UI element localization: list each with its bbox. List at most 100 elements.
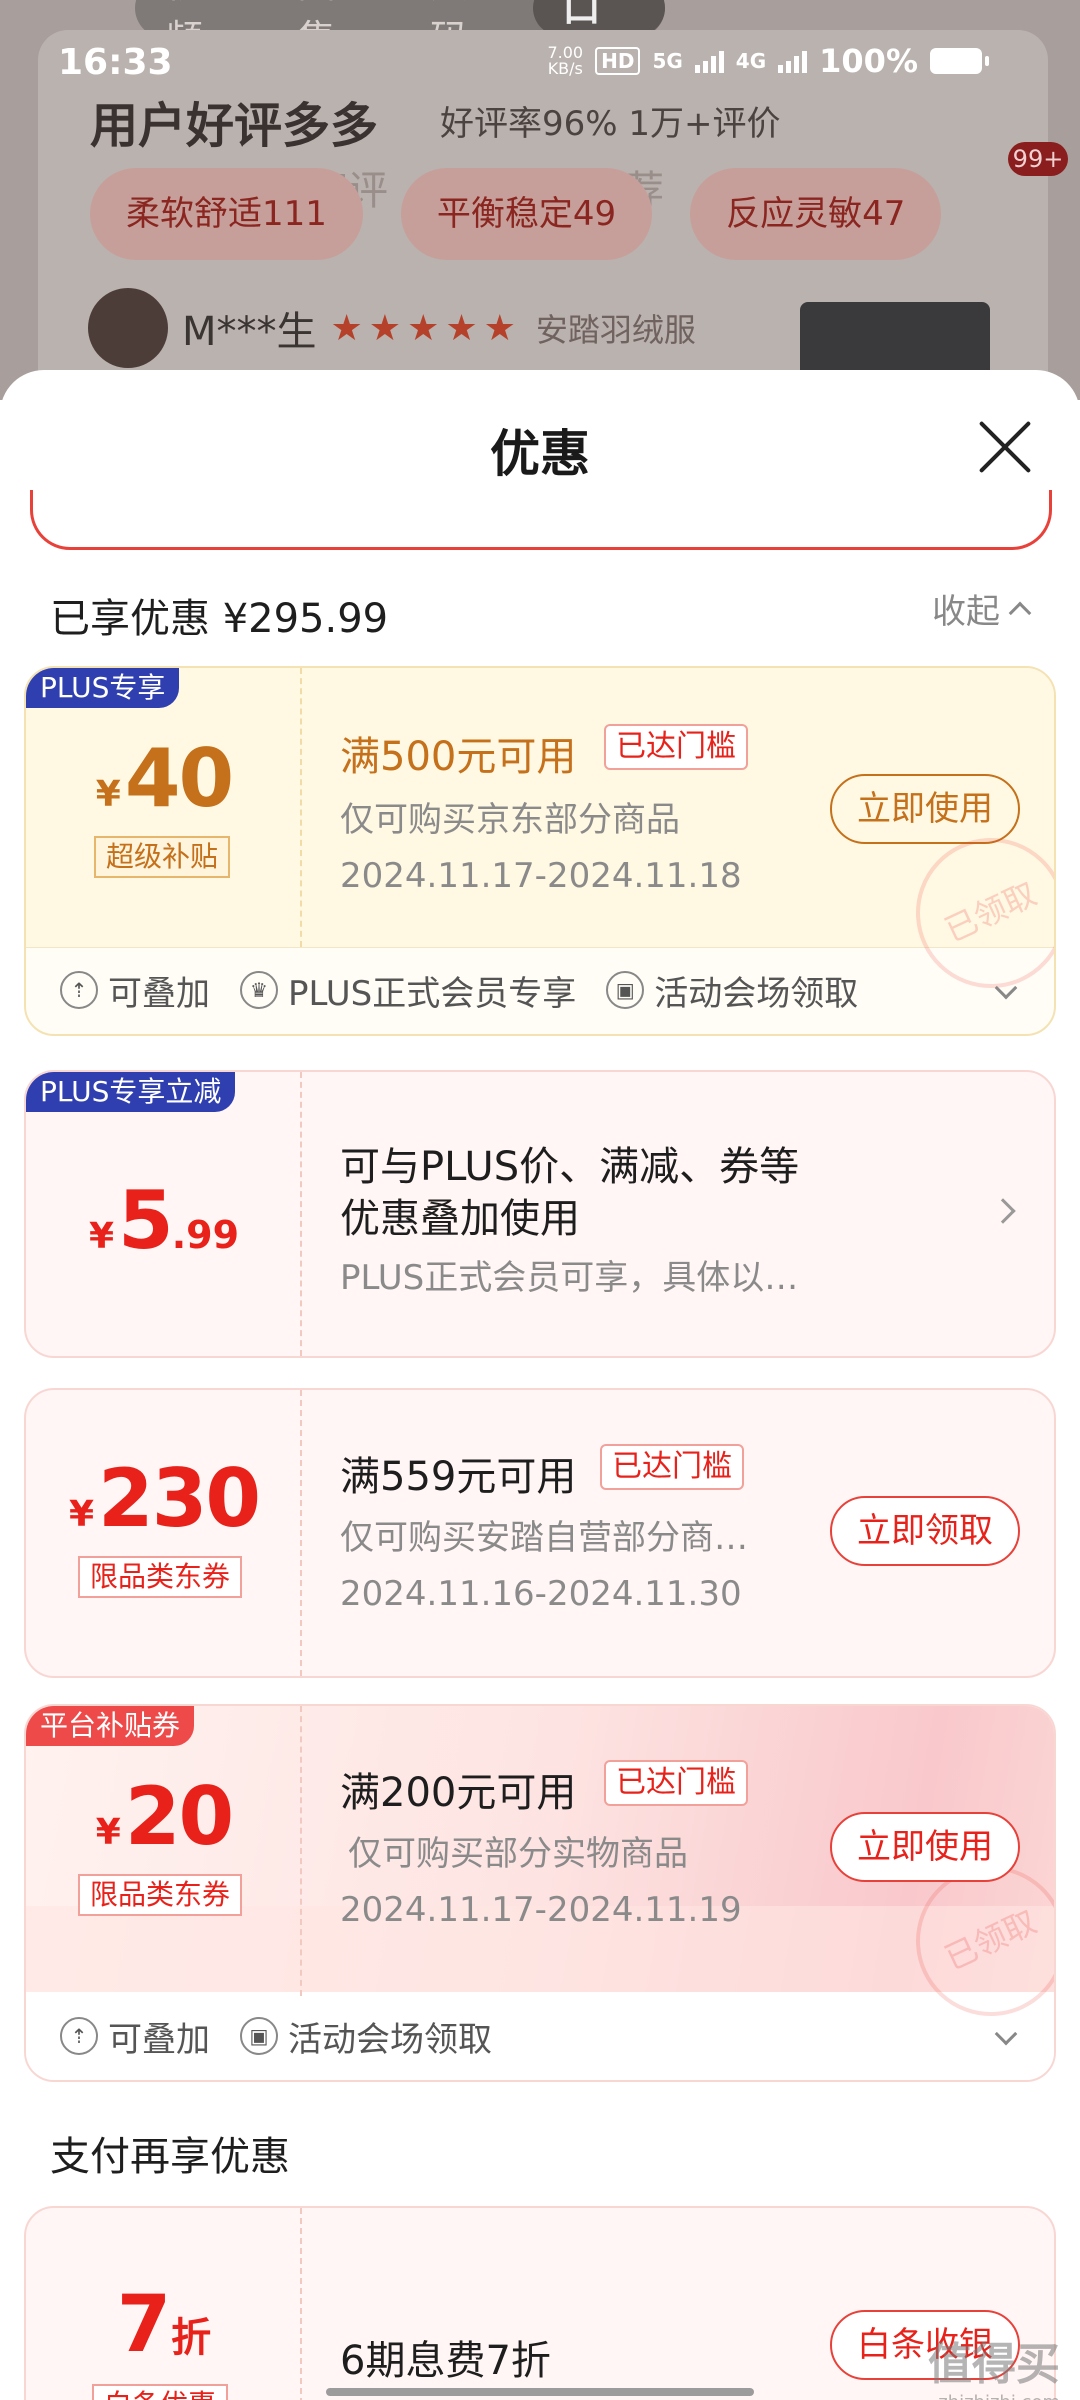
coupon-amount: ¥40 [26,732,302,825]
category-coupon-tag: 限品类东券 [78,1874,243,1916]
stackable-feature: ⇡ 可叠加 [60,2012,210,2061]
rating-stars: ★★★★★ [330,307,522,349]
ticket-icon: ▣ [606,971,645,1009]
discount-value: 7 [116,2280,172,2370]
currency-symbol: ¥ [88,1216,115,1257]
signal-4g-label: 4G [735,49,767,73]
coupon-threshold: 满200元可用 [340,1770,577,1816]
reviewer-name: M***生 [182,309,317,355]
coupon-card-plus-40[interactable]: PLUS专享 ¥40 超级补贴 满500元可用 已达门槛 仅可购买京东部分商品 … [24,666,1056,1036]
close-icon[interactable] [974,416,1036,478]
review-item: M***生 ★★★★★ 安踏羽绒服 [88,288,696,368]
stackable-feature: ⇡ 可叠加 [60,966,210,1015]
coupon-title-line2: 优惠叠加使用 [340,1196,580,1242]
threshold-reached-badge: 已达门槛 [604,1760,748,1806]
coupon-features: ⇡ 可叠加 ▣ 活动会场领取 [26,1992,1054,2080]
status-time: 16:33 [58,42,173,83]
coupon-amount-area: PLUS专享 ¥40 超级补贴 [26,668,302,947]
amount-value: 20 [124,1770,234,1863]
coupon-amount: ¥20 [26,1770,302,1863]
avatar [88,288,168,368]
feature-label: PLUS正式会员专享 [288,973,577,1014]
signal-5g-label: 5G [652,49,683,73]
net-speed-unit: KB/s [547,59,583,78]
coupon-amount: ¥5.99 [26,1174,302,1267]
coupon-amount-area: 平台补贴券 ¥20 限品类东券 [26,1706,302,1996]
category-coupon-tag: 限品类东券 [78,1556,243,1598]
stack-icon: ⇡ [60,2017,98,2055]
chevron-down-icon[interactable] [994,976,1018,1000]
feature-label: 活动会场领取 [288,2019,492,2060]
coupon-threshold: 满500元可用 [340,734,577,780]
coupon-card-230[interactable]: ¥230 限品类东券 满559元可用 已达门槛 仅可购买安踏自营部分商… 202… [24,1388,1056,1678]
payment-discount-card[interactable]: 7折 白条优惠 6期息费7折 白条收银 [24,2206,1056,2400]
amount-decimal: .99 [171,1213,240,1257]
coupon-threshold: 满559元可用 [340,1454,577,1500]
coupon-validity: 2024.11.17-2024.11.18 [340,856,742,896]
status-bar: 16:33 7.00 KB/s HD 5G 4G 100% [0,0,1080,120]
payment-discount-desc: 6期息费7折 [340,2338,551,2384]
super-subsidy-tag: 超级补贴 [94,836,231,878]
chevron-down-icon[interactable] [994,2022,1018,2046]
amount-value: 230 [98,1452,261,1545]
coupon-features: ⇡ 可叠加 ♛ PLUS正式会员专享 ▣ 活动会场领取 [26,946,1054,1034]
discount-rate: 7折 [26,2280,302,2370]
coupon-scope: 仅可购买部分实物商品 [348,1834,688,1874]
review-tags: 柔软舒适111 平衡稳定49 反应灵敏47 [90,168,942,260]
ticket-icon: ▣ [240,2017,278,2055]
amount-value: 40 [124,732,234,825]
use-now-button[interactable]: 立即使用 [830,774,1020,844]
discount-sheet: 优惠 已享优惠 ¥295.99 收起 PLUS专享 ¥40 超级补贴 满500元… [0,370,1080,2400]
coupon-amount-area: ¥230 限品类东券 [26,1390,302,1676]
discount-unit: 折 [171,2315,212,2361]
event-venue-feature: ▣ 活动会场领取 [606,966,858,1015]
review-tag: 柔软舒适111 [90,168,363,260]
coupon-amount-area: 7折 白条优惠 [26,2208,302,2400]
plus-instant-tag: PLUS专享立减 [26,1072,236,1112]
net-speed: 7.00 KB/s [547,45,583,77]
feature-label: 活动会场领取 [654,973,859,1014]
previous-card-edge [30,490,1052,550]
coupon-validity: 2024.11.17-2024.11.19 [340,1890,742,1930]
coupon-title-line1: 可与PLUS价、满减、券等 [340,1144,800,1190]
collapse-button[interactable]: 收起 [932,584,1032,633]
crown-icon: ♛ [240,971,278,1009]
plus-member-feature: ♛ PLUS正式会员专享 [240,966,576,1015]
site-watermark: 值得买 zhizhizhi.com [928,2328,1060,2400]
feature-label: 可叠加 [108,973,210,1014]
battery-icon [930,48,989,74]
coupon-body: 平台补贴券 ¥20 限品类东券 满200元可用 已达门槛 仅可购买部分实物商品 … [26,1706,1054,2041]
signal-icon [778,49,808,73]
coupon-scope: 仅可购买安踏自营部分商… [340,1518,748,1558]
coupon-card-plus-instant[interactable]: PLUS专享立减 ¥5.99 可与PLUS价、满减、券等 优惠叠加使用 PLUS… [24,1070,1056,1358]
coupon-body: PLUS专享 ¥40 超级补贴 满500元可用 已达门槛 仅可购买京东部分商品 … [26,668,1054,1013]
amount-value: 5 [118,1174,174,1267]
threshold-reached-badge: 已达门槛 [604,724,748,770]
claim-now-button[interactable]: 立即领取 [830,1496,1020,1566]
enjoyed-discount-total: 已享优惠 ¥295.99 [50,596,389,642]
coupon-card-platform-20[interactable]: 平台补贴券 ¥20 限品类东券 满200元可用 已达门槛 仅可购买部分实物商品 … [24,1704,1056,2082]
status-icons: 7.00 KB/s HD 5G 4G 100% [547,42,989,80]
review-product: 安踏羽绒服 [535,311,696,349]
coupon-validity: 2024.11.16-2024.11.30 [340,1574,742,1614]
stack-icon: ⇡ [60,971,98,1009]
hd-icon: HD [595,47,641,75]
watermark-url: zhizhizhi.com [928,2392,1060,2400]
use-now-button[interactable]: 立即使用 [830,1812,1020,1882]
currency-symbol: ¥ [95,774,121,815]
battery-percent: 100% [819,42,918,80]
plus-exclusive-tag: PLUS专享 [26,668,180,708]
threshold-reached-badge: 已达门槛 [600,1444,744,1490]
coupon-scope: 仅可购买京东部分商品 [340,800,680,840]
home-indicator[interactable] [326,2388,754,2396]
feature-label: 可叠加 [108,2019,210,2060]
chevron-right-icon[interactable] [990,1198,1016,1224]
baitiao-tag: 白条优惠 [92,2384,229,2400]
watermark-logo: 值得买 [928,2339,1060,2390]
signal-icon [694,49,724,73]
currency-symbol: ¥ [68,1494,95,1535]
coupon-scope: PLUS正式会员可享，具体以… [340,1258,799,1298]
review-tag: 反应灵敏47 [690,168,942,260]
event-venue-feature: ▣ 活动会场领取 [240,2012,492,2061]
currency-symbol: ¥ [95,1812,121,1853]
